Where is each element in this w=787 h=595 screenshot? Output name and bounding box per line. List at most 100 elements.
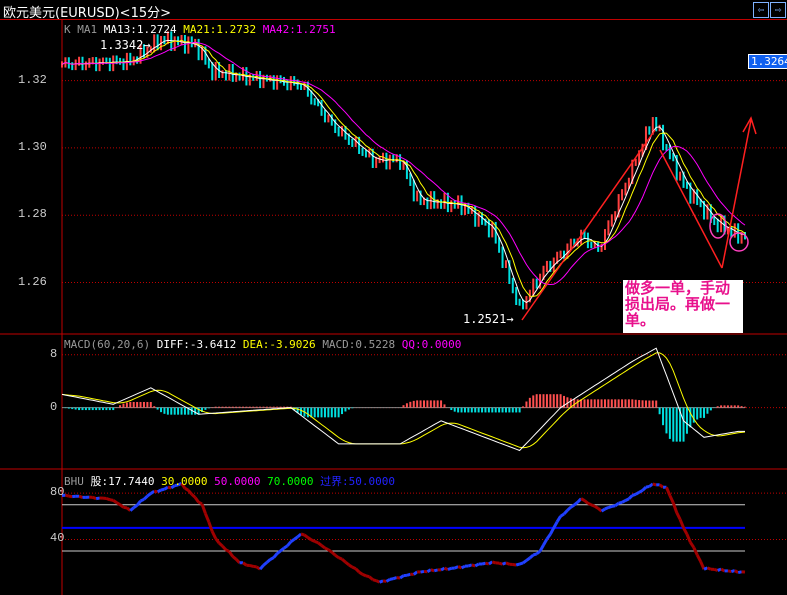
bhu-segment bbox=[648, 482, 654, 488]
bhu-segment bbox=[570, 503, 576, 509]
bhu-segment bbox=[375, 579, 381, 584]
bhu-segment bbox=[187, 489, 193, 496]
bhu-segment bbox=[379, 579, 384, 584]
bhu-segment bbox=[607, 505, 613, 509]
bhu-segment bbox=[142, 495, 149, 501]
bhu-segment bbox=[139, 497, 145, 503]
bhu-segment bbox=[430, 568, 435, 573]
bhu-segment bbox=[627, 494, 634, 500]
bhu-segment bbox=[300, 532, 305, 537]
bhu-segment bbox=[535, 549, 542, 556]
bhu-segment bbox=[351, 565, 357, 571]
bhu-segment bbox=[665, 486, 672, 497]
bhu-guojie: 过界:50.0000 bbox=[320, 475, 396, 488]
macd-value: MACD:0.5228 bbox=[322, 338, 396, 351]
bhu-segment bbox=[720, 567, 726, 573]
bhu-segment bbox=[498, 561, 503, 566]
bhu-segment bbox=[354, 567, 361, 574]
bhu-segment bbox=[515, 562, 521, 567]
bhu-segment bbox=[320, 544, 326, 550]
bhu-segment bbox=[193, 496, 200, 504]
bhu-segment bbox=[314, 539, 319, 545]
bhu-segment bbox=[95, 496, 100, 501]
bhu-segment bbox=[730, 569, 736, 573]
y-tick-label: 80 bbox=[50, 485, 65, 500]
bhu-segment bbox=[272, 552, 279, 559]
bhu-segment bbox=[276, 549, 282, 555]
bhu-segment bbox=[190, 493, 197, 499]
bhu-segment bbox=[614, 502, 620, 507]
bhu-segment bbox=[488, 560, 494, 566]
bhu-segment bbox=[545, 533, 552, 540]
bhu-segment bbox=[587, 501, 592, 507]
bhu-segment bbox=[618, 500, 623, 505]
bhu-segment bbox=[392, 576, 398, 581]
bhu-segment bbox=[265, 558, 272, 564]
high-value: 1.3342 bbox=[100, 38, 144, 52]
bhu-segment bbox=[727, 569, 732, 574]
bhu-segment bbox=[228, 550, 234, 558]
bhu-segment bbox=[460, 564, 466, 570]
bhu-segment bbox=[474, 562, 480, 568]
bhu-30: 30.0000 bbox=[161, 475, 208, 488]
bhu-segment bbox=[512, 562, 517, 567]
bhu-segment bbox=[112, 499, 118, 504]
bhu-segment bbox=[528, 553, 535, 560]
bhu-segment bbox=[307, 536, 313, 542]
bhu-segment bbox=[358, 570, 364, 576]
bhu-segment bbox=[296, 532, 303, 538]
bhu-segment bbox=[621, 499, 627, 504]
bhu-segment bbox=[258, 564, 265, 571]
bhu-segment bbox=[734, 569, 739, 574]
bhu-segment bbox=[283, 544, 289, 550]
bhu-segment bbox=[399, 574, 405, 580]
bhu-segment bbox=[519, 561, 524, 566]
bhu-segment bbox=[638, 489, 644, 494]
macd-qq: QQ:0.0000 bbox=[401, 338, 462, 351]
y-tick-label: 0 bbox=[50, 399, 58, 414]
bhu-segment bbox=[327, 548, 333, 554]
main-legend: K MA1 MA13:1.2724 MA21:1.2732 MA42:1.275… bbox=[64, 23, 336, 36]
bhu-segment bbox=[361, 573, 367, 578]
bhu-segment bbox=[502, 561, 507, 566]
bhu-segment bbox=[119, 503, 125, 509]
bhu-segment bbox=[310, 538, 316, 543]
bhu-segment bbox=[566, 506, 572, 512]
bhu-segment bbox=[218, 541, 224, 548]
legend-ma13: MA13:1.2724 bbox=[103, 23, 177, 36]
bhu-segment bbox=[197, 500, 203, 506]
current-price-tag: 1.3264 bbox=[748, 54, 787, 69]
bhu-segment bbox=[149, 489, 156, 495]
bhu-segment bbox=[580, 497, 586, 502]
high-label: 1.3342→ bbox=[100, 38, 151, 52]
bhu-segment bbox=[207, 521, 214, 533]
bhu-segment bbox=[542, 538, 549, 546]
bhu-segment bbox=[115, 501, 121, 506]
bhu-segment bbox=[525, 556, 531, 562]
bhu-segment bbox=[65, 493, 70, 498]
bhu-segment bbox=[210, 530, 218, 540]
bhu-segment bbox=[385, 578, 391, 583]
bhu-segment bbox=[668, 494, 675, 504]
bhu-segment bbox=[703, 566, 709, 571]
bhu-segment bbox=[706, 566, 712, 571]
bhu-segment bbox=[485, 561, 490, 566]
bhu-segment bbox=[132, 504, 138, 509]
macd-dea: DEA:-3.9026 bbox=[242, 338, 316, 351]
bhu-segment bbox=[737, 570, 742, 575]
bhu-segment bbox=[692, 546, 699, 556]
y-tick-label: 1.32 bbox=[18, 72, 47, 87]
macd-legend: MACD(60,20,6) DIFF:-3.6412 DEA:-3.9026 M… bbox=[64, 338, 461, 351]
bhu-segment bbox=[338, 556, 343, 561]
bhu-segment bbox=[658, 483, 664, 489]
bhu-segment bbox=[146, 492, 152, 498]
bhu-segment bbox=[341, 557, 347, 564]
y-tick-label: 1.28 bbox=[18, 207, 47, 222]
low-value: 1.2521 bbox=[463, 312, 507, 326]
bhu-segment bbox=[652, 482, 657, 487]
bhu-segment bbox=[573, 501, 579, 507]
bhu-segment bbox=[231, 555, 238, 561]
bhu-segment bbox=[286, 540, 292, 547]
bhu-segment bbox=[555, 515, 562, 523]
bhu-segment bbox=[604, 506, 609, 511]
